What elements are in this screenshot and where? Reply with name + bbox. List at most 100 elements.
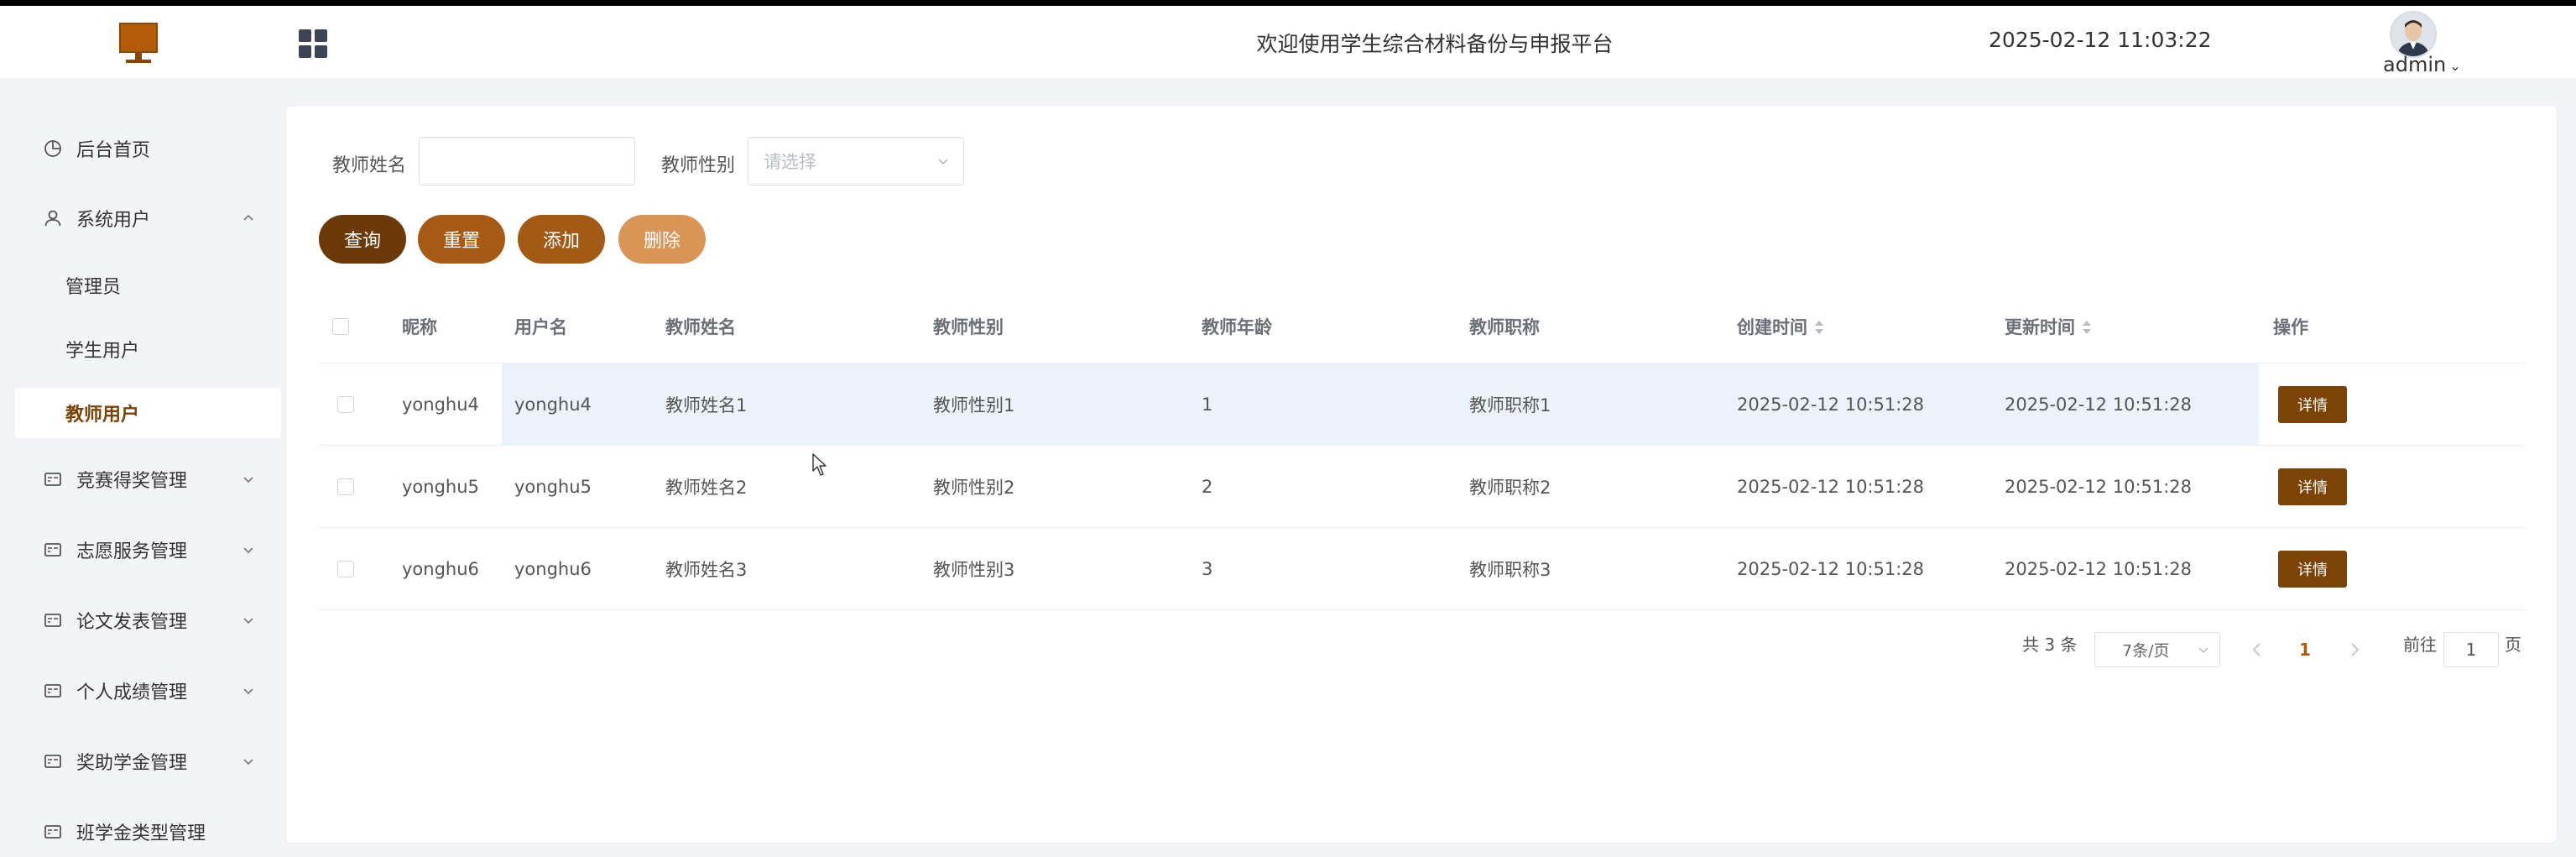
cell-username: yonghu5 [514, 476, 592, 497]
card-icon [44, 825, 61, 839]
chevron-down-icon [243, 618, 253, 624]
table-header-row: 昵称 用户名 教师姓名 教师性别 教师年龄 教师职称 创建时间 更新时间 操作 [319, 290, 2526, 363]
header-bar: 欢迎使用学生综合材料备份与申报平台 2025-02-12 11:03:22 ad… [0, 6, 2576, 78]
cell-nickname: yonghu5 [402, 476, 479, 497]
next-page-icon[interactable] [2346, 640, 2363, 660]
cell-username: yonghu4 [514, 394, 592, 415]
mouse-cursor-icon [812, 453, 827, 476]
cell-teacher-title: 教师职称3 [1469, 559, 1551, 580]
teacher-name-input[interactable] [419, 137, 635, 186]
table-row[interactable]: yonghu5 yonghu5 教师姓名2 教师性别2 2 教师职称2 2025… [319, 446, 2526, 528]
chevron-down-icon [243, 759, 253, 766]
sidebar-item-label: 后台首页 [76, 140, 151, 161]
cell-created-time: 2025-02-12 10:51:28 [1737, 558, 1925, 579]
select-all-checkbox[interactable] [332, 318, 349, 335]
menu-toggle-grid-icon[interactable] [299, 29, 327, 58]
chevron-up-icon [243, 214, 253, 221]
sidebar-item-volunteer-service[interactable]: 志愿服务管理 [0, 525, 281, 575]
card-icon [44, 755, 61, 768]
sidebar-item-home[interactable]: 后台首页 [0, 123, 281, 174]
query-button[interactable]: 查询 [319, 215, 406, 264]
column-header-teacher-age: 教师年龄 [1202, 317, 1272, 337]
cell-teacher-name: 教师姓名2 [665, 477, 748, 498]
pagination-total: 共 3 条 [2022, 635, 2078, 655]
sidebar-item-label: 志愿服务管理 [76, 541, 188, 562]
column-header-teacher-title: 教师职称 [1469, 317, 1540, 337]
cell-nickname: yonghu4 [402, 394, 479, 415]
sidebar: 后台首页 系统用户 管理员 学生用户 教师用户 竞赛得奖管理 志愿服务管理 论文… [0, 78, 281, 844]
sidebar-item-admin[interactable]: 管理员 [15, 260, 281, 311]
sidebar-item-scholarship[interactable]: 奖助学金管理 [0, 736, 281, 786]
chevron-down-icon [243, 477, 253, 483]
cell-nickname: yonghu6 [402, 558, 479, 579]
sidebar-item-student-users[interactable]: 学生用户 [15, 324, 281, 374]
sidebar-item-competition-awards[interactable]: 竞赛得奖管理 [0, 454, 281, 504]
cell-teacher-gender: 教师性别1 [933, 395, 1015, 415]
sidebar-item-scholarship-type[interactable]: 班学金类型管理 [0, 807, 281, 857]
chevron-down-icon [243, 688, 253, 695]
goto-page-input[interactable] [2443, 632, 2499, 667]
cell-teacher-name: 教师姓名3 [665, 559, 748, 580]
column-header-username: 用户名 [514, 317, 567, 337]
cell-created-time: 2025-02-12 10:51:28 [1737, 394, 1925, 415]
cell-teacher-gender: 教师性别3 [933, 559, 1015, 580]
chevron-down-icon [938, 159, 948, 165]
user-icon [44, 210, 61, 227]
avatar[interactable] [2390, 11, 2437, 58]
teacher-gender-label: 教师性别 [661, 155, 736, 176]
sidebar-item-paper-publication[interactable]: 论文发表管理 [0, 595, 281, 645]
sidebar-item-label: 竞赛得奖管理 [76, 471, 188, 492]
column-header-nickname: 昵称 [402, 317, 437, 337]
cell-updated-time: 2025-02-12 10:51:28 [2005, 558, 2193, 579]
sidebar-item-system-users[interactable]: 系统用户 [0, 193, 281, 243]
column-header-actions: 操作 [2273, 317, 2308, 337]
chevron-down-icon [243, 547, 253, 554]
row-checkbox[interactable] [337, 395, 354, 413]
page-size-select[interactable]: 7条/页 [2094, 632, 2220, 667]
logo-icon [117, 23, 159, 66]
sidebar-item-teacher-users[interactable]: 教师用户 [15, 388, 281, 438]
pie-chart-icon [44, 140, 61, 157]
cell-updated-time: 2025-02-12 10:51:28 [2005, 476, 2193, 497]
add-button[interactable]: 添加 [518, 215, 605, 264]
row-checkbox[interactable] [337, 478, 354, 495]
reset-button[interactable]: 重置 [418, 215, 505, 264]
table-row[interactable]: yonghu6 yonghu6 教师姓名3 教师性别3 3 教师职称3 2025… [319, 528, 2526, 610]
delete-button[interactable]: 删除 [618, 215, 706, 264]
sidebar-item-label: 论文发表管理 [76, 612, 188, 633]
detail-button[interactable]: 详情 [2278, 550, 2347, 588]
site-title: 欢迎使用学生综合材料备份与申报平台 [1256, 32, 1614, 56]
cell-updated-time: 2025-02-12 10:51:28 [2005, 394, 2193, 415]
cell-teacher-age: 1 [1202, 394, 1213, 415]
sidebar-item-personal-grades[interactable]: 个人成绩管理 [0, 666, 281, 716]
user-menu[interactable]: admin ⌄ [2383, 53, 2461, 76]
card-icon [44, 543, 61, 557]
column-header-label: 创建时间 [1737, 317, 1807, 337]
cell-username: yonghu6 [514, 558, 592, 579]
row-checkbox[interactable] [337, 560, 354, 577]
prev-page-icon[interactable] [2249, 640, 2266, 660]
sidebar-item-label: 学生用户 [65, 341, 140, 362]
teacher-gender-select[interactable]: 请选择 [748, 137, 964, 186]
column-header-created-time[interactable]: 创建时间 [1737, 314, 1824, 339]
sidebar-item-label: 教师用户 [65, 405, 140, 426]
row-hover-highlight [502, 363, 2259, 445]
teacher-name-label: 教师姓名 [332, 155, 407, 176]
table-row[interactable]: yonghu4 yonghu4 教师姓名1 教师性别1 1 教师职称1 2025… [319, 363, 2526, 446]
current-page[interactable]: 1 [2299, 640, 2311, 660]
username-label: admin [2383, 53, 2447, 76]
top-border [0, 0, 2576, 6]
sort-icon[interactable] [1814, 320, 1824, 337]
sidebar-item-label: 奖助学金管理 [76, 753, 188, 774]
sidebar-item-label: 班学金类型管理 [76, 823, 206, 844]
cell-teacher-name: 教师姓名1 [665, 395, 748, 415]
sort-icon[interactable] [2082, 320, 2092, 337]
sidebar-item-label: 管理员 [65, 277, 122, 298]
detail-button[interactable]: 详情 [2278, 385, 2347, 423]
sidebar-item-label: 系统用户 [76, 210, 151, 231]
column-header-updated-time[interactable]: 更新时间 [2005, 314, 2092, 339]
detail-button[interactable]: 详情 [2278, 468, 2347, 505]
card-icon [44, 473, 61, 486]
goto-label: 前往 [2403, 635, 2437, 655]
cell-teacher-title: 教师职称2 [1469, 477, 1551, 498]
